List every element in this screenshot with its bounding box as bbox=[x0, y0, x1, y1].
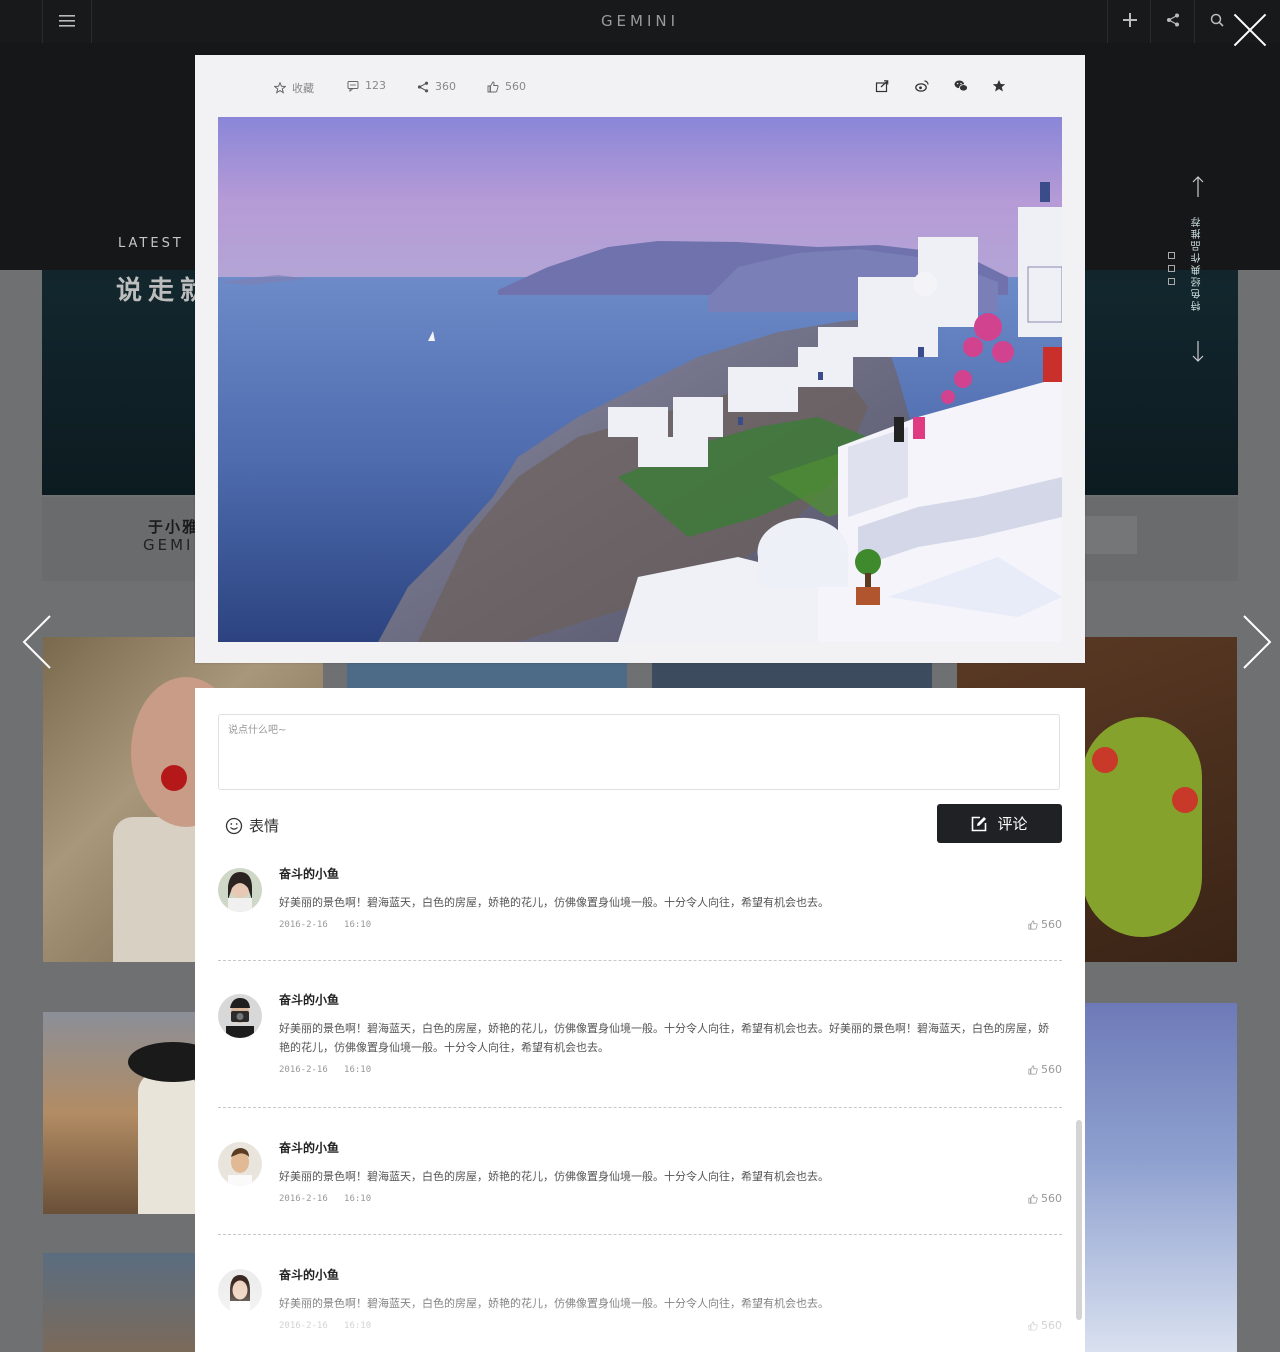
comment-author[interactable]: 奋斗的小鱼 bbox=[279, 1139, 339, 1156]
comment-timestamp: 2016-2-16 16:10 bbox=[279, 920, 372, 930]
comment-like-count: 560 bbox=[1041, 918, 1062, 931]
comment-divider bbox=[218, 1234, 1062, 1235]
weibo-icon bbox=[915, 80, 929, 92]
comment-like-button[interactable]: 560 bbox=[1028, 1319, 1062, 1332]
santorini-photo bbox=[218, 117, 1062, 642]
likes-count: 560 bbox=[505, 80, 526, 93]
search-icon bbox=[1210, 12, 1224, 31]
export-icon bbox=[875, 80, 889, 93]
comment-like-count: 560 bbox=[1041, 1063, 1062, 1076]
favorite-label: 收藏 bbox=[292, 82, 314, 95]
chevron-right-icon bbox=[1243, 615, 1272, 669]
smiley-icon bbox=[225, 817, 243, 834]
comments-panel: 表情 评论 奋斗的小鱼 好美丽的景色啊！碧海蓝天，白色的房屋，娇艳的花儿，仿佛像… bbox=[195, 688, 1085, 1352]
hero-pager-dots[interactable] bbox=[1168, 252, 1176, 291]
comment-like-button[interactable]: 560 bbox=[1028, 1192, 1062, 1205]
share-button[interactable] bbox=[1150, 0, 1194, 43]
avatar[interactable] bbox=[218, 1142, 262, 1186]
comment-timestamp: 2016-2-16 16:10 bbox=[279, 1321, 372, 1331]
next-button[interactable] bbox=[1240, 612, 1274, 672]
avatar[interactable] bbox=[218, 1269, 262, 1313]
submit-comment-button[interactable]: 评论 bbox=[937, 804, 1062, 843]
add-button[interactable] bbox=[1107, 0, 1151, 43]
share-star-button[interactable] bbox=[992, 79, 1006, 93]
emoji-button[interactable]: 表情 bbox=[225, 815, 279, 836]
thumbs-up-icon bbox=[1028, 1064, 1038, 1075]
favorite-button[interactable]: 收藏 bbox=[274, 80, 314, 96]
gallery-tile[interactable] bbox=[43, 1253, 203, 1352]
thumbs-up-icon bbox=[1028, 919, 1038, 930]
star-outline-icon bbox=[274, 82, 286, 94]
comment-like-count: 560 bbox=[1041, 1192, 1062, 1205]
author-name: 于小雅 bbox=[148, 518, 200, 536]
wechat-icon bbox=[954, 80, 968, 92]
plus-icon bbox=[1122, 12, 1137, 31]
comment-divider bbox=[218, 1107, 1062, 1108]
edit-icon bbox=[972, 816, 987, 831]
previous-button[interactable] bbox=[20, 612, 54, 672]
thumbs-up-icon bbox=[1028, 1193, 1038, 1204]
star-icon bbox=[992, 80, 1006, 92]
comment-like-button[interactable]: 560 bbox=[1028, 918, 1062, 931]
chevron-left-icon bbox=[22, 615, 51, 669]
gallery-tile-photographer[interactable] bbox=[43, 1012, 203, 1214]
hero-eyebrow: LATEST bbox=[118, 236, 184, 251]
comment-author[interactable]: 奋斗的小鱼 bbox=[279, 865, 339, 882]
close-button[interactable] bbox=[1232, 12, 1268, 48]
stripe-box bbox=[1085, 516, 1137, 554]
author-brand: GEMI bbox=[143, 536, 194, 554]
avatar[interactable] bbox=[218, 868, 262, 912]
photo-modal: 收藏 123 360 560 bbox=[195, 55, 1085, 663]
comment-text: 好美丽的景色啊！碧海蓝天，白色的房屋，娇艳的花儿，仿佛像置身仙境一般。十分令人向… bbox=[279, 896, 829, 909]
comment-divider bbox=[218, 960, 1062, 961]
comment-text: 好美丽的景色啊！碧海蓝天，白色的房屋，娇艳的花儿，仿佛像置身仙境一般。十分令人向… bbox=[279, 1022, 1049, 1054]
comment-timestamp: 2016-2-16 16:10 bbox=[279, 1065, 372, 1075]
likes-count-button[interactable]: 560 bbox=[487, 80, 526, 93]
comment-like-button[interactable]: 560 bbox=[1028, 1063, 1062, 1076]
shares-count: 360 bbox=[435, 80, 456, 93]
share-export-button[interactable] bbox=[875, 79, 889, 93]
submit-comment-label: 评论 bbox=[997, 815, 1028, 833]
share-weibo-button[interactable] bbox=[915, 79, 929, 93]
comment-input[interactable] bbox=[218, 714, 1060, 790]
comment-text: 好美丽的景色啊！碧海蓝天，白色的房屋，娇艳的花儿，仿佛像置身仙境一般。十分令人向… bbox=[279, 1297, 829, 1310]
photo-toolbar: 收藏 123 360 560 bbox=[195, 55, 1085, 117]
scrollbar[interactable] bbox=[1076, 1120, 1082, 1320]
side-recommend-label: 特色经典作品推荐 bbox=[1192, 215, 1203, 311]
arrow-down-icon bbox=[1192, 341, 1204, 362]
comment-timestamp: 2016-2-16 16:10 bbox=[279, 1194, 372, 1204]
comment-author[interactable]: 奋斗的小鱼 bbox=[279, 991, 339, 1008]
avatar[interactable] bbox=[218, 994, 262, 1038]
top-navigation-bar: GEMINI bbox=[0, 0, 1280, 44]
comment-author[interactable]: 奋斗的小鱼 bbox=[279, 1266, 339, 1283]
brand-logo[interactable]: GEMINI bbox=[0, 12, 1280, 30]
scroll-fade bbox=[195, 1282, 1085, 1352]
comment-like-count: 560 bbox=[1041, 1319, 1062, 1332]
emoji-label: 表情 bbox=[249, 817, 280, 835]
comment-text: 好美丽的景色啊！碧海蓝天，白色的房屋，娇艳的花儿，仿佛像置身仙境一般。十分令人向… bbox=[279, 1170, 829, 1183]
thumbs-up-icon bbox=[1028, 1320, 1038, 1331]
share-icon bbox=[417, 81, 429, 92]
gallery-tile-santorini[interactable] bbox=[1085, 1003, 1237, 1352]
arrow-up-icon bbox=[1192, 176, 1204, 197]
share-wechat-button[interactable] bbox=[954, 79, 968, 93]
thumbs-up-icon bbox=[487, 81, 499, 92]
comments-count: 123 bbox=[365, 79, 386, 92]
shares-count-button[interactable]: 360 bbox=[417, 80, 456, 93]
comment-icon bbox=[347, 80, 359, 92]
comments-count-button[interactable]: 123 bbox=[347, 79, 386, 92]
main-photo bbox=[218, 117, 1062, 642]
side-recommend[interactable]: 特色经典作品推荐 bbox=[1186, 175, 1210, 365]
share-icon bbox=[1166, 12, 1180, 31]
